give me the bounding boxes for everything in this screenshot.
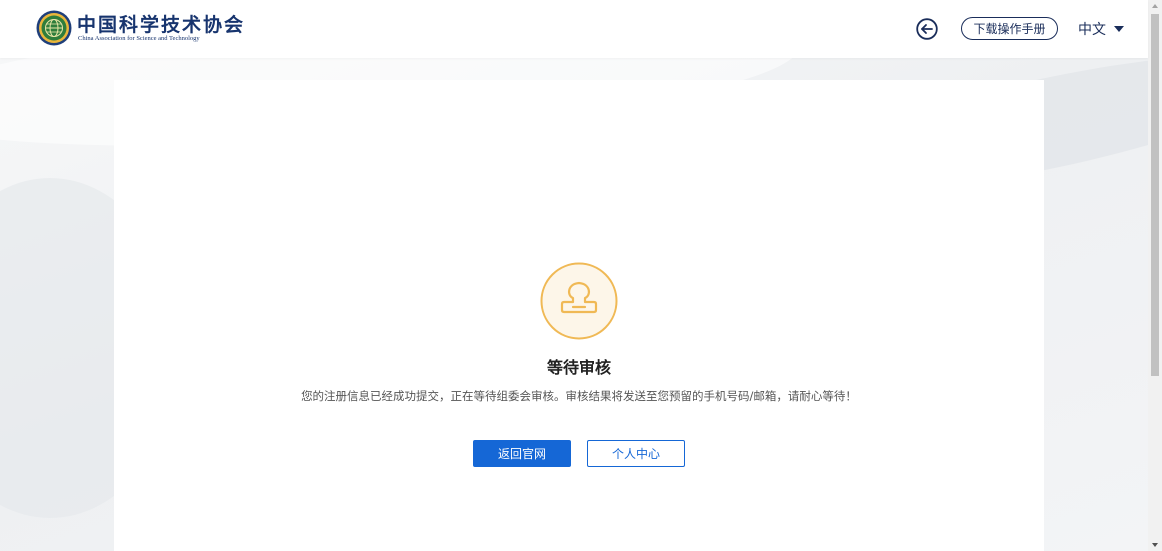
- page-title: 等待审核: [546, 358, 611, 377]
- stamp-icon: [540, 262, 618, 340]
- return-website-button[interactable]: 返回官网: [473, 440, 571, 467]
- caret-down-icon: [1114, 26, 1124, 32]
- scrollbar-thumb[interactable]: [1151, 14, 1159, 376]
- scroll-down-arrow-icon[interactable]: [1152, 543, 1158, 547]
- logo-chinese-name: 中国科学技术协会: [77, 14, 246, 36]
- status-card: 等待审核 您的注册信息已经成功提交，正在等待组委会审核。审核结果将发送至您预留的…: [114, 80, 1044, 551]
- status-message: 您的注册信息已经成功提交，正在等待组委会审核。审核结果将发送至您预留的手机号码/…: [301, 389, 857, 403]
- cast-emblem-icon: [36, 10, 72, 46]
- page: 中国科学技术协会 China Association for Science a…: [0, 0, 1162, 551]
- language-selector[interactable]: 中文: [1078, 19, 1124, 39]
- vertical-scrollbar[interactable]: [1148, 0, 1162, 551]
- download-manual-button[interactable]: 下载操作手册: [961, 17, 1058, 40]
- personal-center-button[interactable]: 个人中心: [587, 440, 685, 467]
- header: 中国科学技术协会 China Association for Science a…: [0, 0, 1148, 58]
- back-arrow-icon[interactable]: [916, 18, 938, 40]
- logo-english-name: China Association for Science and Techno…: [78, 35, 200, 42]
- scroll-up-arrow-icon[interactable]: [1152, 4, 1158, 8]
- language-label: 中文: [1078, 22, 1106, 38]
